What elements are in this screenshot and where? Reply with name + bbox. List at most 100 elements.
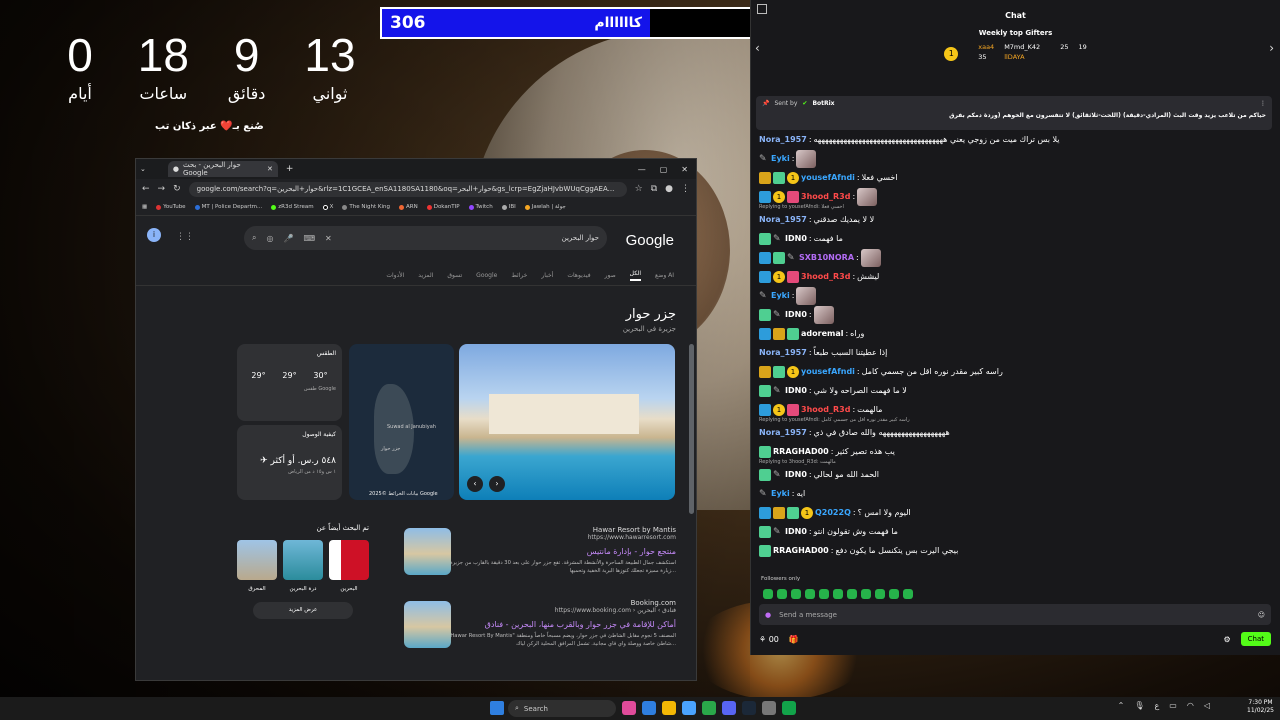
map-thumbnail[interactable]: Suwad al Janubiyah جزر حوار بيانات الخرا… [349,344,454,500]
nav-tools[interactable]: الأدوات [386,272,404,279]
unpin-icon[interactable]: ⋮ [1260,100,1266,107]
chat-username[interactable]: IDN0 [785,527,807,536]
emoji-picker-icon[interactable]: ☺ [1258,611,1265,619]
mic-icon[interactable]: ● [765,611,771,619]
chat-message[interactable]: ✎ IDN0: ما فهمت وش تقولون انتو [759,522,1274,541]
bookmark-item[interactable]: Twitch [468,204,493,210]
chat-username[interactable]: Q2022Q [815,508,851,517]
pinned-bot-name[interactable]: BotRix [812,100,834,107]
channel-points[interactable]: ⚘ 00 [759,635,779,644]
chat-message-list[interactable]: Nora_1957: يلا بس تراك ميت من زوجي يعني … [759,130,1274,600]
chat-message[interactable]: ✎ IDN0: الحمد الله مو لحالي [759,465,1274,484]
chat-username[interactable]: Eyki [771,489,790,498]
emote-icon[interactable] [875,589,885,599]
browser-tab[interactable]: ● حوار البحرين - بحث Google ✕ [167,161,278,177]
bookmark-item[interactable]: DokanTIP [426,204,460,210]
chat-message[interactable]: 1 3hood_R3d: ليشش [759,267,1274,286]
chat-username[interactable]: 3hood_R3d [801,272,850,281]
chat-username[interactable]: Nora_1957 [759,135,807,144]
close-tab-icon[interactable]: ✕ [267,165,273,173]
chat-username[interactable]: RRAGHAD00 [773,447,829,456]
chat-message[interactable]: ✎ IDN0: [759,305,1274,324]
bookmark-item[interactable]: X [322,204,333,210]
chat-message[interactable]: ✎ Eyki: ايه [759,484,1274,503]
chat-message[interactable]: ✎ IDN0: لا ما فهمت الصراحه ولا شي [759,381,1274,400]
send-chat-button[interactable]: Chat [1240,632,1271,646]
url-field[interactable]: google.com/search?q=حوار+البحرين&rlz=1C1… [188,181,627,197]
chat-username[interactable]: Eyki [771,291,790,300]
tray-overflow-icon[interactable]: ⌃ [1118,701,1125,710]
app-icon[interactable] [622,701,636,715]
reload-icon[interactable]: ↻ [173,184,181,194]
lens-icon[interactable]: ◎ [266,234,273,243]
start-windows-icon[interactable] [490,701,504,715]
chat-username[interactable]: yousefAfndi [801,173,855,182]
gifters-next-icon[interactable]: › [1269,41,1274,55]
chat-message[interactable]: Nora_1957: ههههههههههههههههههه والله صاد… [759,423,1274,442]
google-apps-icon[interactable]: ⋮⋮ [176,232,194,242]
photo-prev-icon[interactable]: ‹ [467,476,483,492]
flights-card[interactable]: كيفية الوصول ✈ ٥٤٨ ر.س. أو أكثر ١ س و١٥ … [237,425,342,500]
chat-username[interactable]: IDN0 [785,386,807,395]
emote-icon[interactable] [805,589,815,599]
bookmark-item[interactable]: ARN [399,204,418,210]
chat-message[interactable]: ✎ IDN0: ما فهمت [759,229,1274,248]
nav-news[interactable]: أخبار [541,272,553,279]
nav-maps[interactable]: خرائط [511,272,527,279]
nav-images[interactable]: صور [605,272,616,279]
emote-icon[interactable] [903,589,913,599]
chat-username[interactable]: yousefAfndi [801,367,855,376]
chat-message[interactable]: 1 yousefAfndi: اخسي فعلا [759,168,1274,187]
gifters-prev-icon[interactable]: ‹ [755,41,760,55]
show-more-button[interactable]: عرض المزيد [253,602,353,619]
voice-search-icon[interactable]: 🎤 [283,234,293,243]
result-thumbnail[interactable] [404,528,451,575]
chat-message[interactable]: Nora_1957: يلا بس تراك ميت من زوجي يعني … [759,130,1274,149]
chat-message[interactable]: 1 Q2022Q: اليوم ولا امس ؟ [759,503,1274,522]
chat-message[interactable]: Nora_1957: إذا عطيتنا السبب طبعاً [759,343,1274,362]
chat-input[interactable]: ● Send a message ☺ [759,604,1271,625]
chat-username[interactable]: SXB10NORA [799,253,854,262]
language-indicator[interactable]: ع [1155,701,1160,710]
chat-username[interactable]: 3hood_R3d [801,192,850,201]
chat-message[interactable]: ✎ Eyki: [759,286,1274,305]
app-icon[interactable] [762,701,776,715]
minimize-icon[interactable]: — [638,165,646,174]
settings-gear-icon[interactable]: ⚙ [1223,635,1230,644]
emote-icon[interactable] [889,589,899,599]
nav-ai-mode[interactable]: وضع AI [655,272,674,279]
search-box[interactable]: ⌕ ◎ 🎤 ⌨ ✕ حوار البحرين [244,226,607,250]
bookmark-item[interactable]: YouTube [156,204,186,210]
gifter-name[interactable]: xaa4 [978,43,994,51]
nav-more[interactable]: المزيد [418,272,433,279]
chat-username[interactable]: Nora_1957 [759,215,807,224]
emote-icon[interactable] [819,589,829,599]
nav-videos[interactable]: فيديوهات [567,272,590,279]
popout-icon[interactable] [757,4,767,14]
account-avatar[interactable]: i [147,228,161,242]
steam-icon[interactable] [742,701,756,715]
chat-username[interactable]: Eyki [771,154,790,163]
back-icon[interactable]: ← [142,184,150,194]
bookmark-item[interactable]: zR3d Stream [271,204,314,210]
chat-message[interactable]: ✎ Eyki: [759,149,1274,168]
chat-username[interactable]: IDN0 [785,310,807,319]
wifi-icon[interactable]: ◠ [1187,701,1194,710]
emote-icon[interactable] [861,589,871,599]
resort-photo[interactable]: ‹ › [459,344,675,500]
chat-message[interactable]: 1 yousefAfndi: راسه كبير مقدر نوره اقل من… [759,362,1274,381]
emote-icon[interactable] [777,589,787,599]
taskbar-clock[interactable]: 7:30 PM 11/02/25 [1247,699,1274,714]
weather-card[interactable]: الطقس 29° 29° 30° طقس Google [237,344,342,421]
keyboard-icon[interactable]: ⌨ [303,234,315,243]
bookmark-item[interactable]: The Night King [342,204,390,210]
chat-message[interactable]: ✎ SXB10NORA: [759,248,1274,267]
monitor-icon[interactable]: ▭ [1169,701,1177,710]
chat-message[interactable]: Nora_1957: لا لا يمديك صدقني [759,210,1274,229]
file-explorer-icon[interactable] [662,701,676,715]
photo-next-icon[interactable]: › [489,476,505,492]
search-icon[interactable]: ⌕ [252,233,256,243]
app-icon[interactable] [702,701,716,715]
google-logo[interactable]: Google [626,232,674,249]
app-icon[interactable] [682,701,696,715]
